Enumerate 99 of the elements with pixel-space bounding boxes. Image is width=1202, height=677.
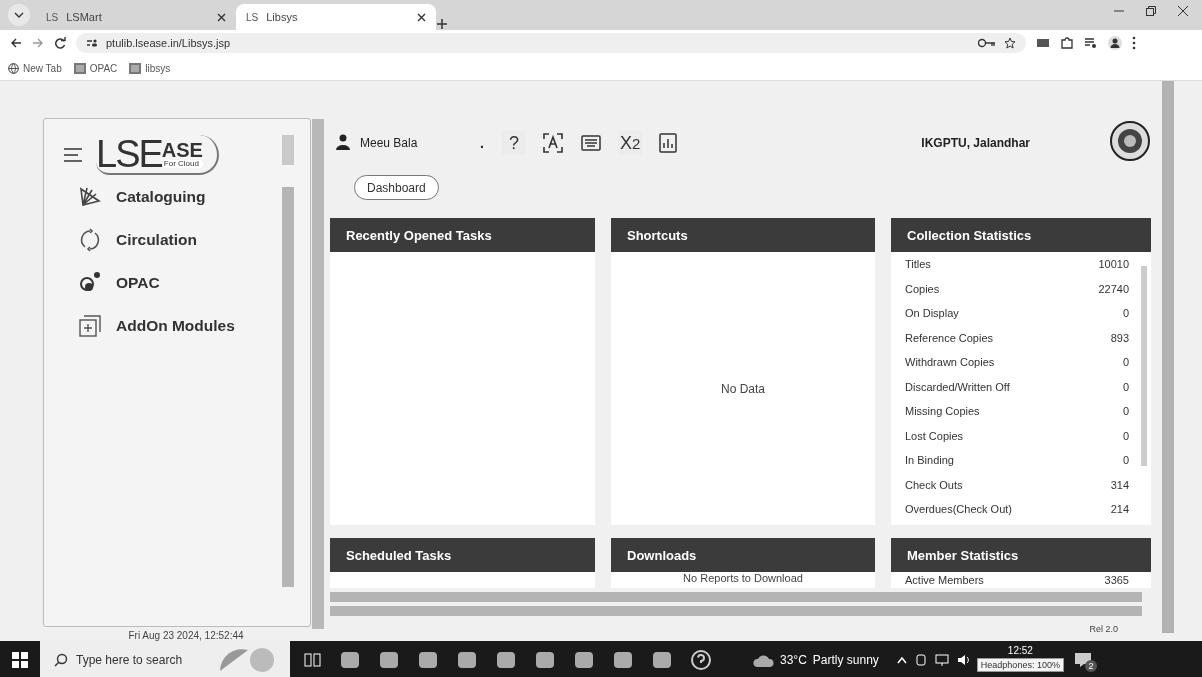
stat-label: Missing Copies	[905, 405, 980, 418]
task-view-icon[interactable]	[304, 651, 322, 668]
key-icon[interactable]	[978, 38, 996, 48]
panel-title: Recently Opened Tasks	[330, 218, 595, 252]
stat-label: Withdrawn Copies	[905, 356, 995, 369]
scrollbar[interactable]	[330, 606, 1142, 616]
stat-value: 0	[1122, 307, 1129, 320]
url-text: ptulib.lsease.in/Libsys.jsp	[106, 37, 231, 49]
keyboard-icon[interactable]	[580, 132, 602, 154]
menu-icon[interactable]	[64, 148, 82, 162]
globe-icon	[8, 62, 19, 74]
star-icon[interactable]	[1004, 37, 1016, 49]
institution-name: IKGPTU, Jalandhar	[921, 136, 1030, 150]
stat-label: Titles	[905, 258, 931, 271]
bookmark[interactable]: OPAC	[73, 62, 118, 74]
user-icon	[336, 134, 350, 152]
stat-label: Overdues(Check Out)	[905, 503, 1012, 516]
close-icon[interactable]	[217, 12, 226, 22]
close-icon[interactable]	[1178, 6, 1188, 16]
new-tab-icon[interactable]	[436, 18, 448, 30]
stat-value: 0	[1122, 405, 1129, 418]
stat-value: 3365	[1104, 574, 1129, 586]
separator-dot: .	[480, 135, 485, 151]
extensions-icon[interactable]	[1060, 36, 1074, 50]
refresh-icon[interactable]	[78, 228, 102, 252]
sidebar-item[interactable]: AddOn Modules	[78, 314, 310, 338]
stat-value: 893	[1110, 331, 1129, 344]
stat-label: Active Members	[905, 574, 984, 586]
report-icon[interactable]	[658, 132, 679, 154]
reload-icon[interactable]	[54, 37, 66, 49]
temperature: 33°C	[780, 652, 807, 667]
panel-title: Member Statistics	[891, 538, 1151, 572]
browser-tab[interactable]: LS LSMart	[36, 4, 236, 30]
search-icon	[54, 652, 68, 667]
sidebar-item[interactable]: Circulation	[78, 228, 310, 252]
notification-icon[interactable]	[1073, 651, 1092, 668]
empty-message: No Reports to Download	[683, 572, 803, 584]
stat-label: In Binding	[905, 454, 954, 467]
panel-title: Collection Statistics	[891, 218, 1151, 252]
media-icon[interactable]	[1084, 37, 1098, 49]
restore-icon[interactable]	[1146, 6, 1156, 16]
stat-value: 314	[1110, 478, 1129, 491]
stat-value: 22740	[1098, 282, 1129, 295]
chevron-up-icon[interactable]	[896, 655, 907, 664]
weather-text: Partly sunny	[812, 652, 879, 667]
more-icon[interactable]	[1132, 36, 1136, 50]
scrollbar-thumb[interactable]	[1141, 266, 1147, 466]
meet-icon[interactable]	[914, 652, 927, 667]
toolbar-button[interactable]: ?	[502, 131, 526, 155]
empty-message: No Data	[721, 381, 765, 396]
stat-label: Reference Copies	[905, 331, 994, 344]
site-icon	[73, 62, 86, 74]
stat-label: Discarded/Written Off	[905, 380, 1010, 393]
network-icon[interactable]	[934, 653, 949, 666]
stat-value: 0	[1122, 380, 1129, 393]
stat-value: 214	[1110, 503, 1129, 516]
dashboard-button[interactable]: Dashboard	[354, 175, 439, 200]
stat-value: 0	[1122, 356, 1129, 369]
stat-value: 0	[1122, 429, 1129, 442]
scrollbar[interactable]	[282, 187, 294, 587]
date-time: Fri Aug 23 2024, 12:52:44	[128, 630, 244, 641]
scrollbar[interactable]	[330, 592, 1142, 602]
text-scan-icon[interactable]	[542, 132, 564, 154]
sidebar-item[interactable]: Cataloguing	[78, 185, 310, 209]
stat-label: Lost Copies	[905, 429, 964, 442]
stat-label: Check Outs	[905, 478, 963, 491]
panel-title: Downloads	[611, 538, 875, 572]
scrollbar[interactable]	[312, 119, 324, 629]
release-label: Rel 2.0	[1089, 624, 1118, 634]
bookmark[interactable]: New Tab	[8, 62, 62, 74]
close-icon[interactable]	[417, 12, 426, 22]
site-info-icon[interactable]	[86, 38, 98, 48]
stat-label: On Display	[905, 307, 959, 320]
profile-icon[interactable]	[1108, 36, 1122, 50]
stat-label: Copies	[905, 282, 940, 295]
speaker-icon[interactable]	[956, 653, 971, 666]
help-icon[interactable]	[690, 648, 712, 671]
tooltip: Headphones: 100%	[976, 658, 1064, 672]
clock-time: 12:52	[1007, 645, 1033, 656]
emblem-icon	[1110, 121, 1150, 161]
sidebar-item[interactable]: OPAC	[78, 271, 310, 295]
panel-title: Shortcuts	[611, 218, 875, 252]
forward-icon[interactable]	[32, 37, 44, 49]
search-field[interactable]: Type here to search	[40, 641, 290, 677]
add-module-icon[interactable]	[78, 314, 102, 338]
scrollbar[interactable]	[1162, 81, 1174, 633]
card-icon[interactable]	[1036, 38, 1050, 48]
user-name: Meeu Bala	[360, 136, 419, 150]
scrollbar[interactable]	[282, 135, 294, 165]
windows-icon[interactable]	[12, 651, 28, 668]
bookmark[interactable]: libsys	[129, 62, 171, 74]
address-bar[interactable]: ptulib.lsease.in/Libsys.jsp	[76, 33, 1026, 53]
panel-title: Scheduled Tasks	[330, 538, 595, 572]
stat-value: 10010	[1098, 258, 1129, 271]
stat-value: 0	[1122, 454, 1129, 467]
fan-icon[interactable]	[78, 185, 102, 209]
site-icon	[129, 62, 142, 74]
back-icon[interactable]	[10, 37, 22, 49]
browser-tab[interactable]: LS Libsys	[236, 4, 436, 30]
